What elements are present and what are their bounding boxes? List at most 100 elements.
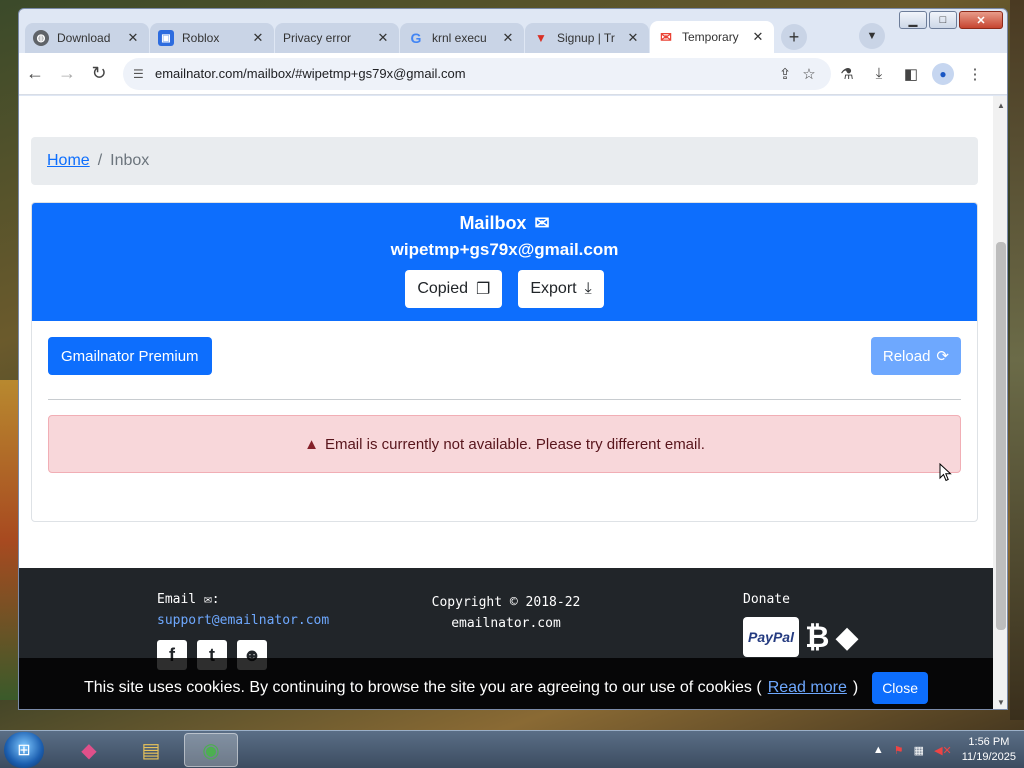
- tab-title: krnl execu: [432, 31, 487, 45]
- profile-button[interactable]: ●: [927, 58, 959, 90]
- envelope-icon: ✉: [534, 213, 550, 233]
- clock-date: 11/19/2025: [961, 751, 1016, 763]
- ethereum-icon[interactable]: ◆: [835, 620, 858, 655]
- breadcrumb: Home / Inbox: [31, 137, 978, 185]
- close-tab-icon[interactable]: ✕: [375, 30, 391, 46]
- close-window-button[interactable]: ✕: [959, 11, 1003, 29]
- tab-strip: ◍ Download ✕ ▣ Roblox ✕ Privacy error ✕ …: [25, 19, 807, 53]
- gmail-icon: ✉: [660, 28, 672, 45]
- download-icon[interactable]: ⤓: [863, 58, 895, 90]
- address-bar[interactable]: ☰ emailnator.com/mailbox/#wipetmp+gs79x@…: [123, 57, 831, 90]
- reload-button-label: Reload: [882, 347, 931, 365]
- url-text[interactable]: emailnator.com/mailbox/#wipetmp+gs79x@gm…: [155, 66, 773, 81]
- footer-donate: Donate PayPal ₿ ◆: [743, 592, 859, 657]
- page-scrollbar[interactable]: ▲ ▼: [993, 96, 1007, 709]
- read-more-link[interactable]: Read more: [768, 679, 847, 697]
- cookie-text: This site uses cookies. By continuing to…: [84, 679, 762, 696]
- copyright-line2: emailnator.com: [451, 616, 561, 631]
- clock[interactable]: 1:56 PM 11/19/2025: [962, 735, 1016, 765]
- bookmark-star-icon[interactable]: ☆: [797, 65, 821, 83]
- close-tab-icon[interactable]: ✕: [500, 30, 516, 46]
- tab-download[interactable]: ◍ Download ✕: [25, 23, 149, 53]
- avatar: ●: [932, 62, 954, 85]
- tab-temporary[interactable]: ✉ Temporary ✕: [650, 21, 774, 53]
- mailbox-card: Mailbox ✉ wipetmp+gs79x@gmail.com Copied…: [31, 202, 978, 522]
- export-button-label: Export: [530, 280, 577, 297]
- taskbar-app-pink[interactable]: ◆: [62, 733, 116, 767]
- close-tab-icon[interactable]: ✕: [625, 30, 641, 46]
- extension-icon[interactable]: ⚗: [831, 58, 863, 90]
- scroll-thumb[interactable]: [996, 242, 1006, 630]
- copied-button[interactable]: Copied ❐: [405, 270, 503, 308]
- scroll-up-arrow[interactable]: ▲: [993, 98, 1007, 112]
- tray-expand-icon[interactable]: ▲: [873, 744, 884, 756]
- browser-toolbar: ← → ↻ ☰ emailnator.com/mailbox/#wipetmp+…: [19, 53, 1007, 95]
- side-panel-icon[interactable]: ◧: [895, 58, 927, 90]
- start-button[interactable]: ⊞: [4, 732, 44, 768]
- minimize-button[interactable]: ▁: [899, 11, 927, 29]
- action-center-icon[interactable]: ⚑: [894, 744, 904, 757]
- bitcoin-icon[interactable]: ₿: [805, 620, 829, 655]
- tab-title: Download: [57, 31, 111, 45]
- cookie-banner: This site uses cookies. By continuing to…: [19, 658, 993, 709]
- reload-page-button[interactable]: ↻: [83, 58, 115, 90]
- browser-window: ▁ □ ✕ ◍ Download ✕ ▣ Roblox ✕ Privacy er…: [18, 8, 1008, 710]
- cookie-text-end: ): [852, 679, 859, 696]
- breadcrumb-home-link[interactable]: Home: [47, 152, 90, 170]
- reload-button[interactable]: Reload ⟳: [870, 337, 961, 375]
- support-email-link[interactable]: support@emailnator.com: [157, 613, 329, 628]
- copyright-line1: Copyright © 2018-22: [431, 595, 581, 610]
- breadcrumb-separator: /: [97, 152, 103, 169]
- alert-text: Email is currently not available. Please…: [324, 435, 705, 453]
- close-tab-icon[interactable]: ✕: [250, 30, 266, 46]
- warning-icon: ▲: [304, 435, 319, 453]
- globe-icon: ◍: [33, 30, 49, 46]
- clock-time: 1:56 PM: [968, 736, 1010, 748]
- close-tab-icon[interactable]: ✕: [750, 29, 766, 45]
- window-controls: ▁ □ ✕: [899, 11, 1003, 29]
- roblox-icon: ▣: [158, 30, 174, 46]
- taskbar: ⊞ ◆ ▤ ◉ ▲ ⚑ ▦ ◀✕ 1:56 PM 11/19/2025: [0, 730, 1024, 768]
- premium-button[interactable]: Gmailnator Premium: [48, 337, 212, 375]
- footer-email-label: Email: [157, 592, 197, 607]
- tab-roblox[interactable]: ▣ Roblox ✕: [150, 23, 274, 53]
- network-icon[interactable]: ▦: [914, 744, 924, 757]
- new-tab-button[interactable]: +: [781, 24, 807, 50]
- scroll-down-arrow[interactable]: ▼: [993, 695, 1007, 709]
- tab-title: Temporary: [682, 30, 739, 44]
- tab-privacy-error[interactable]: Privacy error ✕: [275, 23, 399, 53]
- site-info-icon[interactable]: ☰: [133, 67, 155, 81]
- page-viewport: Home / Inbox Mailbox ✉ wipetmp+gs79x@gma…: [19, 96, 1007, 709]
- volume-icon[interactable]: ◀✕: [934, 744, 952, 757]
- menu-icon[interactable]: ⋮: [959, 58, 991, 90]
- envelope-icon: ✉: [203, 592, 212, 607]
- paypal-logo[interactable]: PayPal: [743, 617, 799, 657]
- close-tab-icon[interactable]: ✕: [125, 30, 141, 46]
- mailbox-title-text: Mailbox: [459, 213, 527, 233]
- forward-button[interactable]: →: [51, 58, 83, 90]
- tab-title: Signup | Tr: [557, 31, 615, 45]
- brand-icon: ▼: [535, 31, 547, 45]
- export-button[interactable]: Export ⤓: [518, 270, 604, 308]
- tab-title: Privacy error: [283, 31, 352, 45]
- mailbox-address: wipetmp+gs79x@gmail.com: [390, 240, 619, 259]
- chrome-icon[interactable]: ◉: [184, 733, 238, 767]
- mailbox-header: Mailbox ✉ wipetmp+gs79x@gmail.com Copied…: [32, 203, 977, 321]
- google-icon: G: [410, 30, 422, 46]
- back-button[interactable]: ←: [19, 58, 51, 90]
- tab-krnl[interactable]: G krnl execu ✕: [400, 23, 524, 53]
- share-icon[interactable]: ⇪: [773, 65, 797, 83]
- tab-search-button[interactable]: ▼: [859, 23, 885, 49]
- copy-icon: ❐: [476, 281, 491, 298]
- wallpaper-right: [1010, 0, 1024, 720]
- divider: [48, 399, 961, 400]
- cookie-close-button[interactable]: Close: [872, 672, 928, 704]
- footer-email-colon: :: [211, 592, 220, 607]
- explorer-icon[interactable]: ▤: [124, 733, 178, 767]
- donate-label: Donate: [743, 592, 790, 607]
- tab-signup[interactable]: ▼ Signup | Tr ✕: [525, 23, 649, 53]
- download-icon: ⤓: [584, 280, 592, 297]
- maximize-button[interactable]: □: [929, 11, 957, 29]
- system-tray: ▲ ⚑ ▦ ◀✕ 1:56 PM 11/19/2025: [873, 731, 1016, 768]
- mailbox-title: Mailbox ✉: [32, 213, 977, 234]
